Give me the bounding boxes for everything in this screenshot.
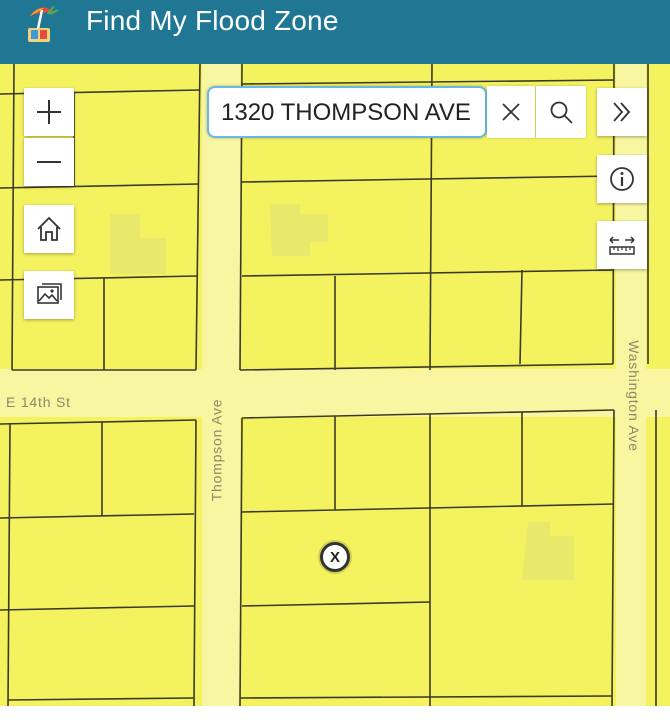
- e-14th-st-road: [0, 369, 670, 417]
- road-label-e-14th-st: E 14th St: [6, 394, 71, 410]
- basemap-gallery-button[interactable]: [24, 271, 74, 319]
- location-marker[interactable]: X: [320, 542, 350, 572]
- address-search[interactable]: [207, 86, 487, 138]
- zoom-in-button[interactable]: [24, 88, 74, 136]
- home-icon: [37, 216, 61, 241]
- close-icon: [502, 103, 520, 121]
- app-title: Find My Flood Zone: [86, 5, 339, 36]
- search-icon: [550, 101, 573, 124]
- map-canvas: [0, 64, 670, 706]
- road-label-thompson-ave: Thompson Ave: [208, 398, 225, 502]
- info-icon: [610, 167, 634, 191]
- zoom-out-button[interactable]: [24, 138, 74, 186]
- road-label-washington-ave: Washington Ave: [625, 340, 642, 452]
- footer-strip: [0, 706, 670, 720]
- search-button[interactable]: [536, 86, 586, 138]
- clear-search-button[interactable]: [487, 86, 535, 138]
- measure-button[interactable]: [597, 221, 647, 269]
- flood-zone-map[interactable]: E 14th St Thompson Ave Washington Ave X: [0, 64, 670, 706]
- search-input[interactable]: [221, 98, 476, 128]
- expand-panel-button[interactable]: [597, 88, 647, 136]
- beach-umbrella-logo-icon: [22, 2, 62, 46]
- minus-icon: [37, 161, 61, 163]
- double-chevron-right-icon: [613, 102, 631, 122]
- plus-icon: [37, 100, 61, 124]
- app-header: Find My Flood Zone: [0, 0, 670, 64]
- ruler-icon: [609, 236, 635, 255]
- image-gallery-icon: [37, 283, 62, 304]
- info-button[interactable]: [597, 155, 647, 203]
- home-button[interactable]: [24, 205, 74, 253]
